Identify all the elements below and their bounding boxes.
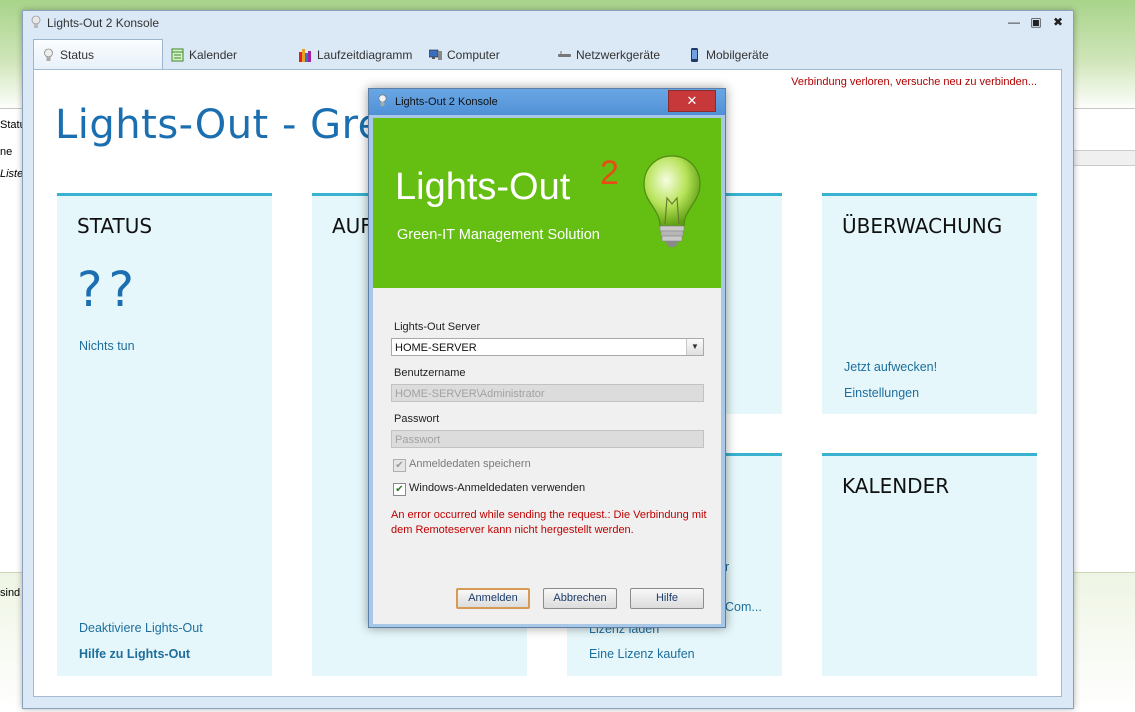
tab-label: Laufzeitdiagramm [317, 48, 413, 62]
dialog-close-button[interactable]: ✕ [668, 90, 716, 112]
bar-chart-icon [299, 49, 311, 62]
main-title-bar[interactable]: Lights-Out 2 Konsole — ▣ ✖ [23, 11, 1073, 35]
close-button[interactable]: ✖ [1049, 14, 1067, 30]
buy-license-link[interactable]: Eine Lizenz kaufen [589, 647, 695, 661]
password-field[interactable]: Passwort [391, 430, 704, 448]
network-device-icon [558, 51, 571, 57]
lightbulb-logo-icon [643, 155, 701, 247]
tab-status[interactable]: Status [33, 39, 163, 71]
tab-label: Computer [447, 48, 500, 62]
lightbulb-icon [44, 48, 53, 61]
maximize-button[interactable]: ▣ [1027, 14, 1045, 30]
tab-mobilgeraete[interactable]: Mobilgeräte [688, 41, 769, 69]
server-value: HOME-SERVER [395, 342, 477, 354]
background-toolbar [1072, 150, 1135, 166]
minimize-button[interactable]: — [1005, 14, 1023, 30]
tile-kalender: KALENDER [822, 453, 1037, 676]
status-action[interactable]: Nichts tun [79, 339, 135, 353]
tab-computer[interactable]: Computer [429, 41, 500, 69]
mobile-phone-icon [691, 48, 698, 62]
background-label: sind [0, 587, 21, 599]
dialog-body: Lights-Out 2 Green-IT Management Solutio… [373, 118, 721, 624]
server-label: Lights-Out Server [394, 321, 481, 333]
tile-heading: ÜBERWACHUNG [842, 214, 1003, 238]
help-link[interactable]: Hilfe zu Lights-Out [79, 647, 190, 661]
wake-now-link[interactable]: Jetzt aufwecken! [844, 360, 937, 374]
deactivate-link[interactable]: Deaktiviere Lights-Out [79, 621, 203, 635]
tab-label: Kalender [189, 48, 238, 62]
windows-credentials-label: Windows-Anmeldedaten verwenden [409, 482, 586, 494]
server-select[interactable]: HOME-SERVER ▼ [391, 338, 704, 356]
login-button[interactable]: Anmelden [456, 588, 530, 609]
tile-ueberwachung: ÜBERWACHUNG Jetzt aufwecken! Einstellung… [822, 193, 1037, 414]
settings-link[interactable]: Einstellungen [844, 386, 919, 400]
calendar-icon [171, 48, 184, 62]
product-name: Lights-Out [395, 166, 571, 208]
username-field[interactable]: HOME-SERVER\Administrator [391, 384, 704, 402]
login-dialog: Lights-Out 2 Konsole ✕ Lights-Out 2 Gree… [368, 88, 726, 628]
page-title: Lights-Out - Gree [55, 102, 408, 148]
window-title: Lights-Out 2 Konsole [47, 16, 160, 30]
password-label: Passwort [394, 413, 440, 425]
tab-netzwerkgeraete[interactable]: Netzwerkgeräte [558, 41, 660, 69]
tab-laufzeitdiagramm[interactable]: Laufzeitdiagramm [299, 41, 412, 69]
tile-heading: KALENDER [842, 474, 950, 498]
connection-status: Verbindung verloren, versuche neu zu ver… [791, 76, 1037, 88]
help-button[interactable]: Hilfe [630, 588, 704, 609]
windows-credentials-checkbox[interactable]: ✔ [393, 483, 406, 496]
tile-heading: STATUS [77, 214, 153, 238]
chevron-down-icon[interactable]: ▼ [686, 339, 703, 355]
product-banner: Lights-Out 2 Green-IT Management Solutio… [373, 118, 721, 288]
tab-kalender[interactable]: Kalender [171, 41, 237, 69]
lightbulb-icon [378, 94, 387, 106]
product-tagline: Green-IT Management Solution [397, 227, 600, 243]
tab-label: Mobilgeräte [706, 48, 769, 62]
lightbulb-icon [31, 15, 41, 28]
background-label: Liste [0, 168, 24, 180]
tab-label: Netzwerkgeräte [576, 48, 661, 62]
cancel-button[interactable]: Abbrechen [543, 588, 617, 609]
status-value: ?? [77, 262, 140, 318]
background-label: ne [0, 146, 13, 158]
save-credentials-checkbox[interactable]: ✔ [393, 459, 406, 472]
tab-bar: Status Kalender Laufzeitdiagramm Compute… [33, 39, 1063, 71]
product-version: 2 [600, 154, 619, 192]
username-label: Benutzername [394, 367, 466, 379]
tile-heading: AUF [332, 214, 372, 238]
error-message: An error occurred while sending the requ… [391, 509, 707, 536]
dialog-title: Lights-Out 2 Konsole [395, 96, 498, 108]
tab-label: Status [60, 48, 95, 62]
dialog-title-bar[interactable]: Lights-Out 2 Konsole ✕ [369, 89, 725, 115]
tile-status: STATUS ?? Nichts tun Deaktiviere Lights-… [57, 193, 272, 676]
computer-icon [429, 49, 442, 60]
save-credentials-label: Anmeldedaten speichern [409, 458, 531, 470]
license-partial-link[interactable]: Com... [725, 600, 762, 614]
